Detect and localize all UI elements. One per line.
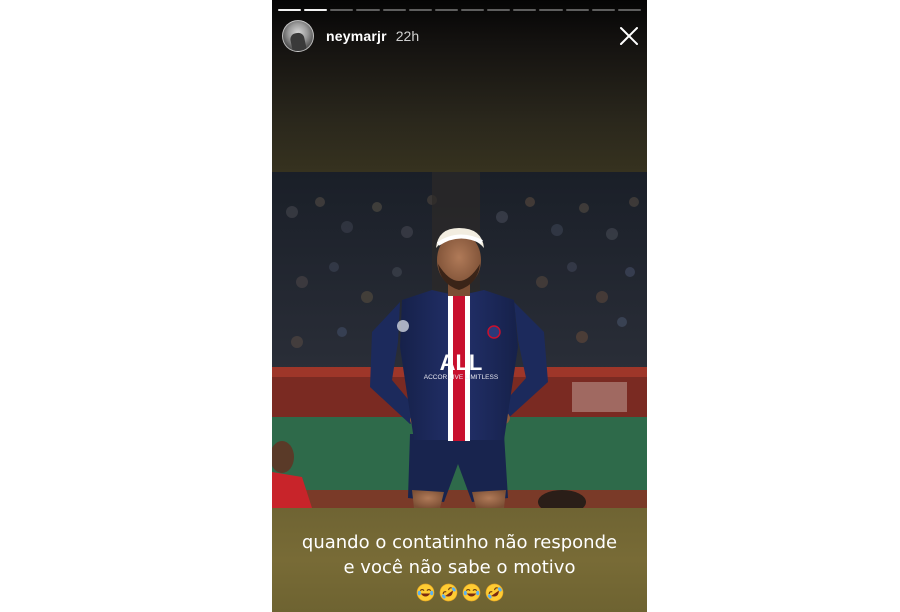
jersey-sponsor-text: ACCOR LIVE LIMITLESS <box>424 374 499 381</box>
close-icon[interactable] <box>618 25 640 47</box>
progress-segment <box>565 9 589 11</box>
caption-line-2: e você não sabe o motivo <box>343 557 576 578</box>
progress-segment <box>330 9 354 11</box>
rolling-on-floor-laughing-icon <box>439 583 457 601</box>
progress-segment <box>539 9 563 11</box>
username-label[interactable]: neymarjr <box>326 28 387 44</box>
jersey-logo-text: ALL <box>440 350 483 375</box>
progress-segment <box>304 9 328 11</box>
story-photo: ALL ACCOR LIVE LIMITLESS <box>272 172 647 508</box>
caption-line-1: quando o contatinho não responde <box>301 532 618 553</box>
progress-segment <box>356 9 380 11</box>
football-player-photo: ALL ACCOR LIVE LIMITLESS <box>272 172 647 508</box>
progress-segment <box>408 9 432 11</box>
story-caption: quando o contatinho não responde e você … <box>272 530 647 603</box>
caption-emoji-row <box>272 581 647 603</box>
story-viewer[interactable]: neymarjr 22h ALL ACCOR LIVE LIMITLESS qu… <box>272 0 647 612</box>
page: neymarjr 22h ALL ACCOR LIVE LIMITLESS qu… <box>0 0 900 612</box>
progress-segment <box>487 9 511 11</box>
story-header: neymarjr 22h <box>282 20 419 52</box>
face-with-tears-of-joy-icon <box>416 583 434 601</box>
profile-avatar[interactable] <box>282 20 314 52</box>
progress-segment <box>460 9 485 11</box>
progress-segment <box>278 9 302 11</box>
progress-segment <box>617 9 641 11</box>
progress-segment <box>434 9 458 11</box>
rolling-on-floor-laughing-icon <box>485 583 503 601</box>
progress-segment <box>591 9 615 11</box>
progress-segment <box>382 9 406 11</box>
face-with-tears-of-joy-icon <box>462 583 480 601</box>
story-progress-bar <box>278 9 641 12</box>
timestamp-label: 22h <box>395 28 420 44</box>
progress-segment <box>513 9 537 11</box>
